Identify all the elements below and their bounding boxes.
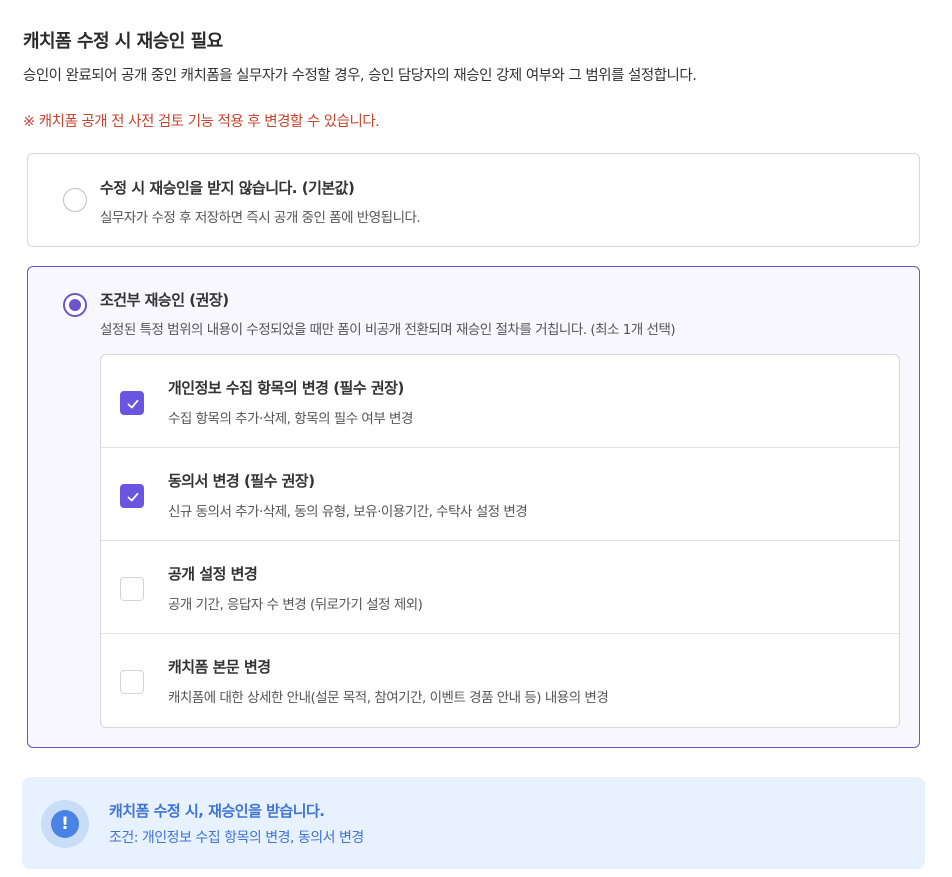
notice-description: 조건: 개인정보 수집 항목의 변경, 동의서 변경 xyxy=(109,830,364,846)
page-description: 승인이 완료되어 공개 중인 캐치폼을 실무자가 수정할 경우, 승인 담당자의… xyxy=(23,68,697,84)
notice-box: ! 캐치폼 수정 시, 재승인을 받습니다. 조건: 개인정보 수집 항목의 변… xyxy=(22,777,925,869)
notice-title: 캐치폼 수정 시, 재승인을 받습니다. xyxy=(109,802,325,820)
condition-title: 공개 설정 변경 xyxy=(168,565,258,583)
condition-item-publish-settings[interactable]: 공개 설정 변경 공개 기간, 응답자 수 변경 (뒤로가기 설정 제외) xyxy=(101,541,899,634)
page-title: 캐치폼 수정 시 재승인 필요 xyxy=(23,31,223,52)
condition-item-privacy[interactable]: 개인정보 수집 항목의 변경 (필수 권장) 수집 항목의 추가·삭제, 항목의… xyxy=(101,355,899,448)
exclamation-glyph: ! xyxy=(51,810,79,838)
checkbox-body[interactable] xyxy=(120,670,144,694)
option-no-reapproval[interactable]: 수정 시 재승인을 받지 않습니다. (기본값) 실무자가 수정 후 저장하면 … xyxy=(27,153,920,247)
checkbox-privacy[interactable] xyxy=(120,391,144,415)
check-icon xyxy=(127,399,139,409)
option-conditional-reapproval[interactable]: 조건부 재승인 (권장) 설정된 특정 범위의 내용이 수정되었을 때만 폼이 … xyxy=(27,266,920,748)
condition-description: 캐치폼에 대한 상세한 안내(설문 목적, 참여기간, 이벤트 경품 안내 등)… xyxy=(168,690,609,706)
condition-list: 개인정보 수집 항목의 변경 (필수 권장) 수집 항목의 추가·삭제, 항목의… xyxy=(100,354,900,728)
warning-text: ※ 캐치폼 공개 전 사전 검토 기능 적용 후 변경할 수 있습니다. xyxy=(23,114,380,130)
condition-title: 캐치폼 본문 변경 xyxy=(168,658,271,676)
condition-description: 공개 기간, 응답자 수 변경 (뒤로가기 설정 제외) xyxy=(168,597,423,613)
radio-no-reapproval[interactable] xyxy=(63,188,87,212)
option-description: 설정된 특정 범위의 내용이 수정되었을 때만 폼이 비공개 전환되며 재승인 … xyxy=(100,322,676,338)
radio-conditional-reapproval[interactable] xyxy=(63,293,87,317)
exclamation-icon: ! xyxy=(41,800,89,848)
option-title: 수정 시 재승인을 받지 않습니다. (기본값) xyxy=(100,179,355,197)
condition-title: 동의서 변경 (필수 권장) xyxy=(168,472,315,490)
option-title: 조건부 재승인 (권장) xyxy=(100,291,229,309)
condition-item-body[interactable]: 캐치폼 본문 변경 캐치폼에 대한 상세한 안내(설문 목적, 참여기간, 이벤… xyxy=(101,634,899,727)
condition-description: 신규 동의서 추가·삭제, 동의 유형, 보유·이용기간, 수탁사 설정 변경 xyxy=(168,504,528,520)
option-description: 실무자가 수정 후 저장하면 즉시 공개 중인 폼에 반영됩니다. xyxy=(100,210,421,226)
checkbox-consent[interactable] xyxy=(120,484,144,508)
condition-item-consent[interactable]: 동의서 변경 (필수 권장) 신규 동의서 추가·삭제, 동의 유형, 보유·이… xyxy=(101,448,899,541)
condition-title: 개인정보 수집 항목의 변경 (필수 권장) xyxy=(168,379,404,397)
radio-selected-dot xyxy=(69,299,81,311)
condition-description: 수집 항목의 추가·삭제, 항목의 필수 여부 변경 xyxy=(168,411,413,427)
checkbox-publish-settings[interactable] xyxy=(120,577,144,601)
check-icon xyxy=(127,492,139,502)
